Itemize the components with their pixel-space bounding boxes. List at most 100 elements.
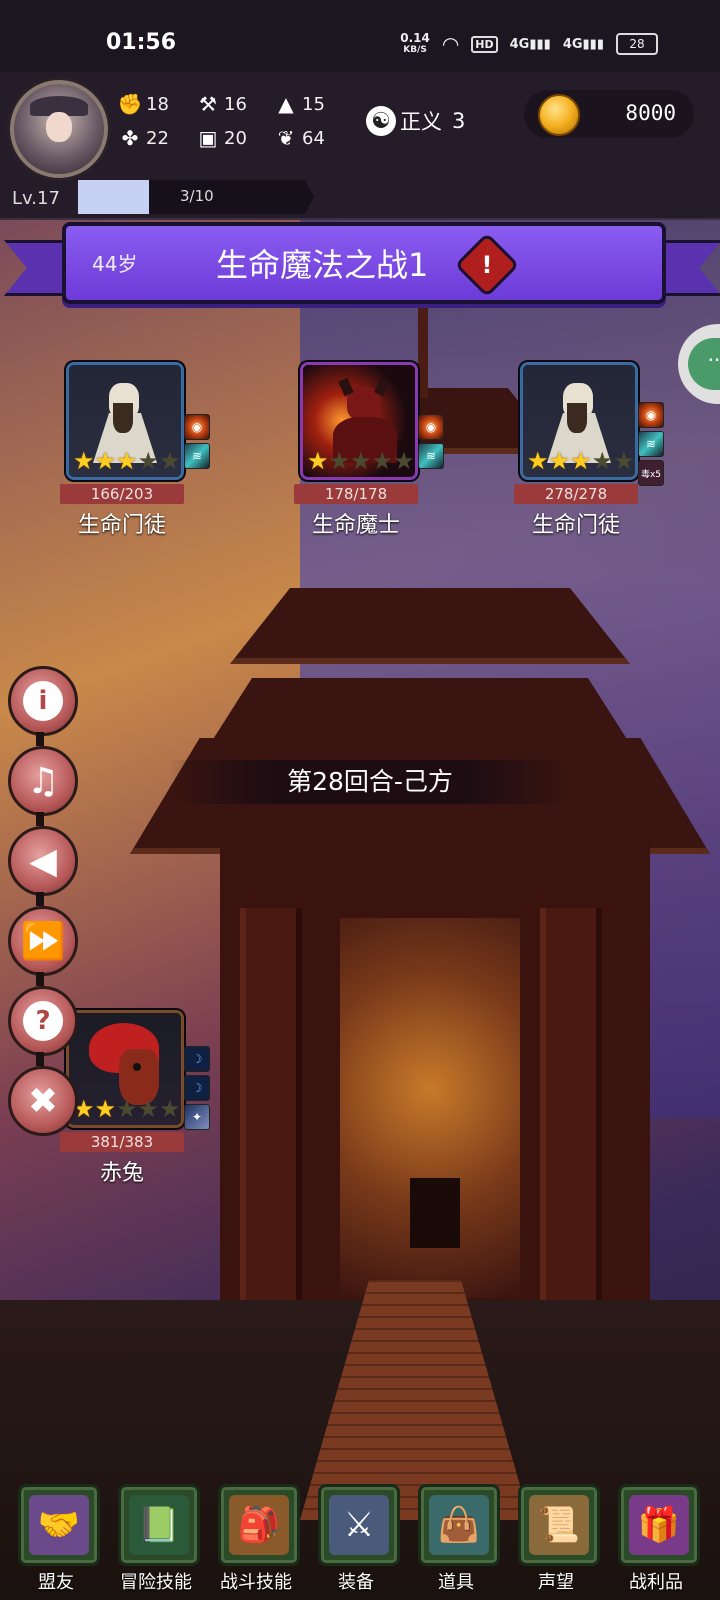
handshake-icon: 🤝	[29, 1495, 89, 1555]
sound-button[interactable]: ◀	[8, 826, 78, 896]
player-age: 44岁	[92, 252, 138, 276]
fire-skill-icon[interactable]: ◉	[184, 414, 210, 440]
fast-forward-icon: ⏩	[20, 921, 66, 962]
skill-icons: ◉ ≋	[184, 414, 210, 469]
nav-label: 道具	[438, 1572, 474, 1593]
xp-bar: 3/10	[78, 180, 314, 214]
battle-title: 生命魔法之战1	[216, 246, 429, 284]
nav-icon-frame: 📗	[118, 1484, 200, 1566]
chest-armor-icon: ▣	[198, 126, 218, 150]
alert-icon[interactable]: !	[454, 232, 520, 298]
music-note-icon: ♫	[26, 760, 60, 802]
star-empty-icon: ★	[371, 447, 394, 475]
unit-portrait[interactable]: ★ ★ ★ ★ ★	[300, 362, 418, 480]
more-dots-icon: ··	[688, 338, 720, 390]
nav-item-0[interactable]: 🤝 盟友	[8, 1470, 104, 1600]
system-status-bar: 01:56 0.14 KB/S ◠ HD 4G▮▮▮ 4G▮▮▮ 28	[0, 0, 720, 72]
nav-label: 战利品	[629, 1572, 683, 1593]
star-filled-icon: ★	[307, 447, 329, 475]
chain-link	[36, 812, 44, 826]
star-empty-icon: ★	[137, 1095, 160, 1123]
star-empty-icon: ★	[350, 447, 372, 475]
fire-skill-icon[interactable]: ◉	[418, 414, 444, 440]
nav-icon-frame: 🎒	[218, 1484, 300, 1566]
backpack-icon: 🎒	[229, 1495, 289, 1555]
hp-bar: 381/383	[60, 1132, 184, 1152]
pagoda-roof-upper	[230, 588, 630, 664]
skill-icons: ◉ ≋ 毒x5	[638, 402, 664, 486]
close-button[interactable]: ✖	[8, 1066, 78, 1136]
chain-link	[36, 732, 44, 746]
star-skill-icon[interactable]: ✦	[184, 1104, 210, 1130]
star-filled-icon: ★	[73, 447, 95, 475]
stat-magic: ▲ 15	[274, 92, 325, 116]
round-indicator: 第28回合-己方	[170, 760, 570, 804]
fire-skill-icon[interactable]: ◉	[638, 402, 664, 428]
nav-item-3[interactable]: ⚔ 装备	[308, 1470, 404, 1600]
hp-bar: 278/278	[514, 484, 638, 504]
star-empty-icon: ★	[613, 447, 635, 475]
alignment: ☯ 正义 3	[366, 106, 465, 136]
clock: 01:56	[106, 30, 177, 55]
nav-item-2[interactable]: 🎒 战斗技能	[208, 1470, 304, 1600]
star-rating: ★ ★ ★ ★ ★	[73, 449, 181, 473]
player-avatar[interactable]	[10, 80, 108, 178]
chain-link	[36, 972, 44, 986]
wind-skill-icon[interactable]: ≋	[638, 431, 664, 457]
music-button[interactable]: ♫	[8, 746, 78, 816]
wind-skill-icon[interactable]: ≋	[418, 443, 444, 469]
nav-item-1[interactable]: 📗 冒险技能	[108, 1470, 204, 1600]
unit-portrait[interactable]: ★ ★ ★ ★ ★	[66, 362, 184, 480]
pagoda-roof-middle	[210, 678, 630, 744]
question-icon: ?	[23, 1001, 63, 1041]
star-filled-icon: ★	[116, 447, 138, 475]
battery-icon: 28	[616, 33, 658, 55]
fast-forward-button[interactable]: ⏩	[8, 906, 78, 976]
gold-coin-icon	[538, 94, 580, 136]
moon-skill-icon[interactable]: ☽	[184, 1075, 210, 1101]
yin-yang-icon: ☯	[366, 106, 396, 136]
nav-icon-frame: ⚔	[318, 1484, 400, 1566]
nav-label: 盟友	[38, 1572, 74, 1593]
hammer-icon: ⚒	[199, 92, 217, 116]
skill-icons: ◉ ≋	[418, 414, 444, 469]
poison-skill-icon[interactable]: 毒x5	[638, 460, 664, 486]
nav-item-4[interactable]: 👜 道具	[408, 1470, 504, 1600]
star-filled-icon: ★	[94, 1095, 117, 1123]
star-empty-icon: ★	[393, 447, 415, 475]
stat-strength: ✊ 18	[117, 92, 169, 116]
close-icon: ✖	[27, 1080, 59, 1122]
nav-item-6[interactable]: 🎁 战利品	[608, 1470, 704, 1600]
player-level: Lv.17	[12, 188, 60, 209]
gold-counter: 8000	[524, 90, 694, 138]
star-rating: ★ ★ ★ ★ ★	[307, 449, 415, 473]
nav-item-5[interactable]: 📜 声望	[508, 1470, 604, 1600]
signal-icon-1: 4G▮▮▮	[509, 36, 551, 52]
nav-label: 装备	[338, 1572, 374, 1593]
unit-portrait[interactable]: ★ ★ ★ ★ ★	[520, 362, 638, 480]
star-empty-icon: ★	[137, 447, 160, 475]
hp-bar: 178/178	[294, 484, 418, 504]
star-rating: ★ ★ ★ ★ ★	[73, 1097, 181, 1121]
xp-bar-fill	[78, 180, 149, 214]
pagoda-spire	[418, 298, 428, 398]
nav-icon-frame: 📜	[518, 1484, 600, 1566]
hp-bar: 166/203	[60, 484, 184, 504]
unit-name: 赤兔	[99, 1161, 144, 1186]
pagoda-entrance	[410, 1178, 460, 1248]
wifi-icon: ◠	[441, 32, 460, 56]
moon-skill-icon[interactable]: ☽	[184, 1046, 210, 1072]
star-empty-icon: ★	[159, 1095, 181, 1123]
unit-name: 生命门徒	[531, 513, 620, 538]
wind-skill-icon[interactable]: ≋	[184, 443, 210, 469]
help-button[interactable]: ?	[8, 986, 78, 1056]
unit-portrait[interactable]: ★ ★ ★ ★ ★	[66, 1010, 184, 1128]
nav-label: 冒险技能	[120, 1572, 192, 1593]
fist-icon: ✊	[117, 92, 143, 116]
stat-craft: ⚒ 16	[196, 92, 247, 116]
bottom-navigation: 🤝 盟友 📗 冒险技能 🎒 战斗技能 ⚔ 装备 👜 道具 📜 声望 🎁 战利品	[0, 1470, 720, 1600]
info-icon: i	[23, 681, 63, 721]
wings-icon: ❦	[277, 126, 295, 150]
info-button[interactable]: i	[8, 666, 78, 736]
nav-icon-frame: 👜	[418, 1484, 500, 1566]
